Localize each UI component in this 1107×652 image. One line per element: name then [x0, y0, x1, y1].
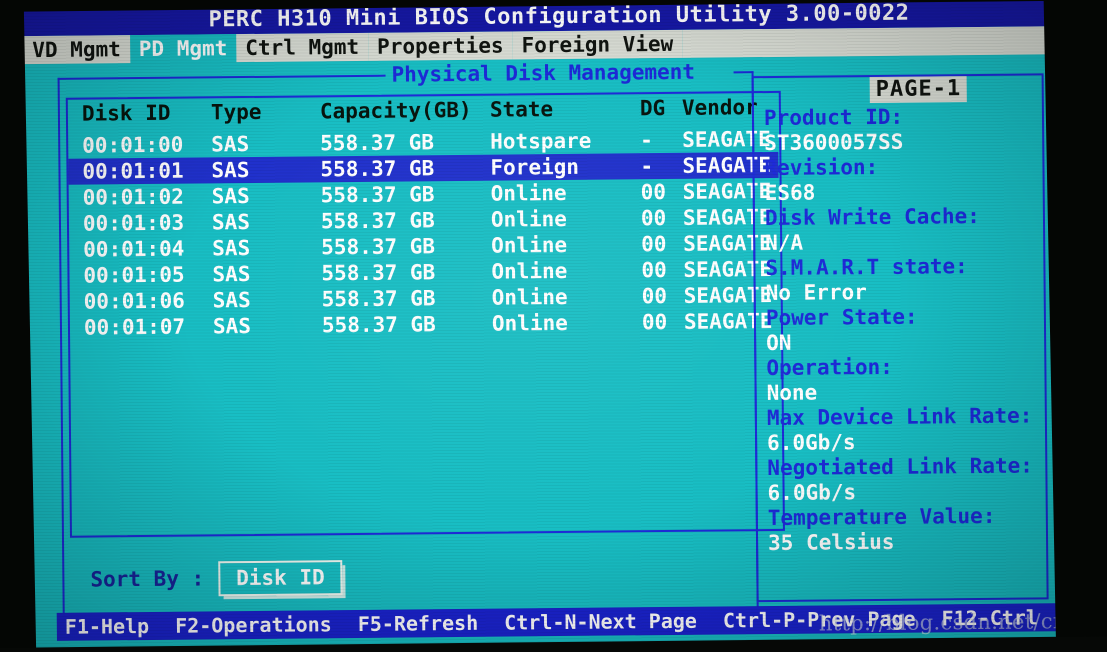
property-value-temperature-value: 35 Celsius	[767, 529, 895, 556]
cell-dg: 00	[641, 257, 667, 283]
property-value-disk-write-cache: N/A	[765, 230, 804, 256]
property-label-smart-state: S.M.A.R.T state:	[765, 254, 968, 281]
cell-dg: -	[640, 154, 654, 179]
property-value-operation: None	[766, 380, 818, 406]
hint-f12-ctrl[interactable]: F12-Ctrl	[942, 605, 1039, 630]
cell-state: Foreign	[490, 154, 580, 180]
column-header-disk-id: Disk ID	[81, 100, 171, 126]
property-value-max-device-link-rate: 6.0Gb/s	[766, 430, 856, 456]
crt-photo: PERC H310 Mini BIOS Configuration Utilit…	[0, 0, 1107, 652]
property-label-temperature-value: Temperature Value:	[767, 503, 996, 531]
property-label-max-device-link-rate: Max Device Link Rate:	[766, 403, 1033, 431]
cell-disk-id: 00:01:07	[83, 314, 186, 340]
property-label-power-state: Power State:	[765, 304, 918, 331]
hint-f2-operations[interactable]: F2-Operations	[175, 612, 332, 638]
page-title: Physical Disk Management	[391, 59, 696, 87]
column-header-capacity: Capacity(GB)	[319, 97, 472, 124]
cell-dg: 00	[640, 179, 667, 205]
cell-state: Online	[491, 284, 568, 310]
cell-type: SAS	[211, 131, 250, 157]
hint-ctrl-p-prev[interactable]: Ctrl-P-Prev Page	[723, 607, 916, 633]
cell-state: Online	[491, 258, 568, 284]
physical-disk-table: Disk ID Type Capacity(GB) State DG Vendo…	[68, 94, 780, 341]
cell-capacity: 558.37 GB	[321, 286, 436, 312]
hint-ctrl-n-next[interactable]: Ctrl-N-Next Page	[504, 609, 697, 635]
cell-disk-id: 00:01:02	[82, 184, 184, 210]
property-value-revision: ES68	[764, 180, 816, 206]
property-label-product-id: Product ID:	[763, 104, 904, 131]
cell-capacity: 558.37 GB	[320, 208, 435, 234]
tab-bar-filler	[682, 25, 1096, 58]
cell-type: SAS	[211, 183, 250, 209]
tab-foreign-view[interactable]: Foreign View	[512, 29, 683, 60]
frame-edge-left	[57, 77, 65, 623]
cell-disk-id: 00:01:04	[83, 236, 185, 262]
frame-rule-left	[57, 74, 386, 80]
tab-properties[interactable]: Properties	[367, 31, 513, 61]
cell-type: SAS	[211, 157, 250, 183]
cell-dg: 00	[640, 205, 667, 231]
property-label-negotiated-link-rate: Negotiated Link Rate:	[767, 453, 1033, 481]
column-header-state: State	[489, 97, 554, 122]
sort-by-value-field[interactable]: Disk ID	[218, 559, 343, 596]
disk-properties-list: Product ID: ST3600057SS Revision: ES68 D…	[764, 103, 1048, 556]
tab-vd-mgmt[interactable]: VD Mgmt	[23, 35, 130, 65]
tab-pd-mgmt[interactable]: PD Mgmt	[129, 34, 237, 64]
cell-disk-id: 00:01:01	[82, 158, 184, 184]
cell-capacity: 558.37 GB	[321, 234, 436, 260]
property-value-product-id: ST3600057SS	[764, 129, 904, 156]
bios-screen: PERC H310 Mini BIOS Configuration Utilit…	[22, 0, 1102, 652]
cell-state: Online	[491, 310, 568, 336]
cell-disk-id: 00:01:05	[83, 262, 185, 288]
cell-capacity: 558.37 GB	[320, 130, 435, 156]
cell-type: SAS	[212, 235, 251, 261]
page-indicator-badge: PAGE-1	[869, 76, 968, 104]
cell-disk-id: 00:01:00	[82, 132, 184, 158]
cell-type: SAS	[212, 261, 251, 287]
hint-f1-help[interactable]: F1-Help	[65, 614, 150, 639]
cell-state: Online	[491, 232, 568, 258]
sort-by-control: Sort By : Disk ID	[90, 554, 343, 602]
cell-type: SAS	[211, 209, 251, 235]
property-value-power-state: ON	[766, 330, 792, 356]
cell-disk-id: 00:01:06	[83, 288, 185, 314]
cell-type: SAS	[212, 313, 252, 339]
sort-by-label: Sort By :	[90, 566, 205, 592]
cell-disk-id: 00:01:03	[82, 210, 185, 236]
cell-dg: 00	[641, 231, 667, 257]
property-label-revision: Revision:	[764, 154, 879, 181]
cell-dg: 00	[641, 309, 668, 335]
tab-ctrl-mgmt[interactable]: Ctrl Mgmt	[236, 32, 369, 63]
property-label-operation: Operation:	[766, 354, 893, 381]
cell-type: SAS	[212, 287, 251, 313]
cell-state: Online	[490, 180, 567, 206]
column-header-vendor: Vendor	[681, 95, 758, 120]
cell-capacity: 558.37 GB	[321, 312, 436, 338]
disk-properties-content: PAGE-1 Product ID: ST3600057SS Revision:…	[764, 75, 1049, 556]
cell-dg: -	[640, 128, 653, 153]
cell-capacity: 558.37 GB	[321, 260, 436, 286]
hint-f5-refresh[interactable]: F5-Refresh	[358, 611, 479, 636]
column-header-dg: DG	[639, 95, 666, 121]
cell-dg: 00	[641, 283, 668, 309]
property-label-disk-write-cache: Disk Write Cache:	[764, 203, 980, 231]
cell-capacity: 558.37 GB	[320, 182, 435, 208]
status-bar: F1-Help F2-Operations F5-Refresh Ctrl-N-…	[56, 603, 1067, 641]
column-header-type: Type	[210, 99, 262, 125]
property-value-negotiated-link-rate: 6.0Gb/s	[767, 480, 857, 506]
property-value-smart-state: No Error	[765, 280, 867, 306]
cell-state: Online	[490, 206, 567, 232]
cell-state: Hotspare	[490, 128, 592, 154]
cell-capacity: 558.37 GB	[320, 156, 435, 182]
